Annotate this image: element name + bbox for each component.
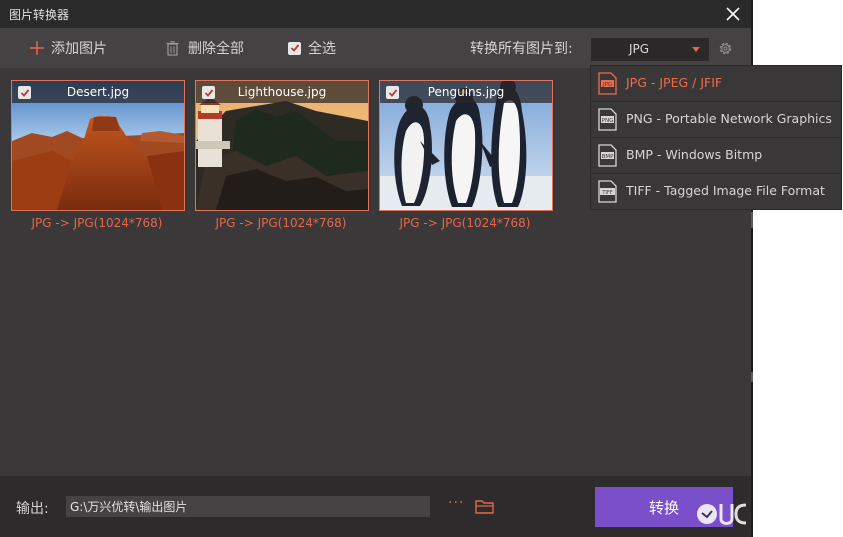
image-caption: JPG -> JPG(1024*768)	[31, 216, 163, 230]
image-caption: JPG -> JPG(1024*768)	[215, 216, 347, 230]
footer-bar: 输出: ··· 转换	[0, 476, 751, 537]
scroll-marker	[751, 212, 753, 228]
output-label: 输出:	[16, 501, 49, 517]
close-icon	[726, 7, 740, 21]
image-name: Lighthouse.jpg	[237, 85, 327, 99]
bmp-file-icon: BMP	[598, 144, 617, 167]
svg-text:JPG: JPG	[602, 82, 612, 88]
scroll-marker	[751, 372, 753, 382]
format-option-label: BMP - Windows Bitmp	[626, 147, 763, 162]
image-name: Penguins.jpg	[427, 85, 505, 99]
svg-text:PNG: PNG	[602, 118, 614, 124]
format-option-png[interactable]: PNG PNG - Portable Network Graphics	[591, 102, 841, 138]
svg-text:TIFF: TIFF	[601, 190, 612, 196]
format-option-bmp[interactable]: BMP BMP - Windows Bitmp	[591, 138, 841, 174]
title-bar: 图片转换器	[0, 0, 751, 28]
folder-icon[interactable]	[475, 498, 494, 514]
format-option-tiff[interactable]: TIFF TIFF - Tagged Image File Format	[591, 174, 841, 209]
watermark-logo	[697, 503, 747, 525]
dropdown-arrow-icon	[692, 47, 700, 52]
format-option-label: JPG - JPEG / JFIF	[626, 75, 723, 90]
format-dropdown-menu: JPG JPG - JPEG / JFIF PNG PNG - Portable…	[590, 65, 842, 210]
image-name: Desert.jpg	[66, 85, 130, 99]
format-option-label: PNG - Portable Network Graphics	[626, 111, 832, 126]
add-image-label: 添加图片	[51, 41, 107, 57]
gear-icon[interactable]	[717, 40, 734, 57]
checkbox-checked-icon	[288, 41, 301, 55]
select-all-label: 全选	[308, 41, 336, 57]
add-image-button[interactable]: 添加图片	[30, 28, 107, 68]
png-file-icon: PNG	[598, 108, 617, 131]
format-select-value: JPG	[629, 42, 650, 56]
close-button[interactable]	[722, 4, 744, 24]
format-option-jpg[interactable]: JPG JPG - JPEG / JFIF	[591, 66, 841, 102]
window-title: 图片转换器	[9, 8, 70, 22]
image-card-penguins[interactable]: Penguins.jpg	[379, 80, 553, 211]
jpg-file-icon: JPG	[598, 72, 617, 95]
delete-all-button[interactable]: 删除全部	[166, 28, 244, 68]
image-card-lighthouse[interactable]: Lighthouse.jpg	[195, 80, 369, 211]
image-caption: JPG -> JPG(1024*768)	[399, 216, 531, 230]
tiff-file-icon: TIFF	[598, 180, 617, 203]
svg-text:BMP: BMP	[602, 154, 615, 160]
select-all-checkbox[interactable]: 全选	[288, 28, 336, 68]
format-select[interactable]: JPG	[591, 38, 709, 61]
delete-all-label: 删除全部	[188, 41, 244, 57]
more-options-button[interactable]: ···	[448, 495, 464, 511]
plus-icon	[30, 41, 44, 55]
format-option-label: TIFF - Tagged Image File Format	[626, 183, 825, 198]
toolbar: 添加图片 删除全部 全选 转换所有图片到: JPG	[0, 28, 751, 68]
convert-all-label: 转换所有图片到:	[470, 41, 573, 57]
trash-icon	[166, 40, 179, 56]
image-card-desert[interactable]: Desert.jpg	[11, 80, 185, 211]
output-path-input[interactable]	[66, 496, 430, 517]
